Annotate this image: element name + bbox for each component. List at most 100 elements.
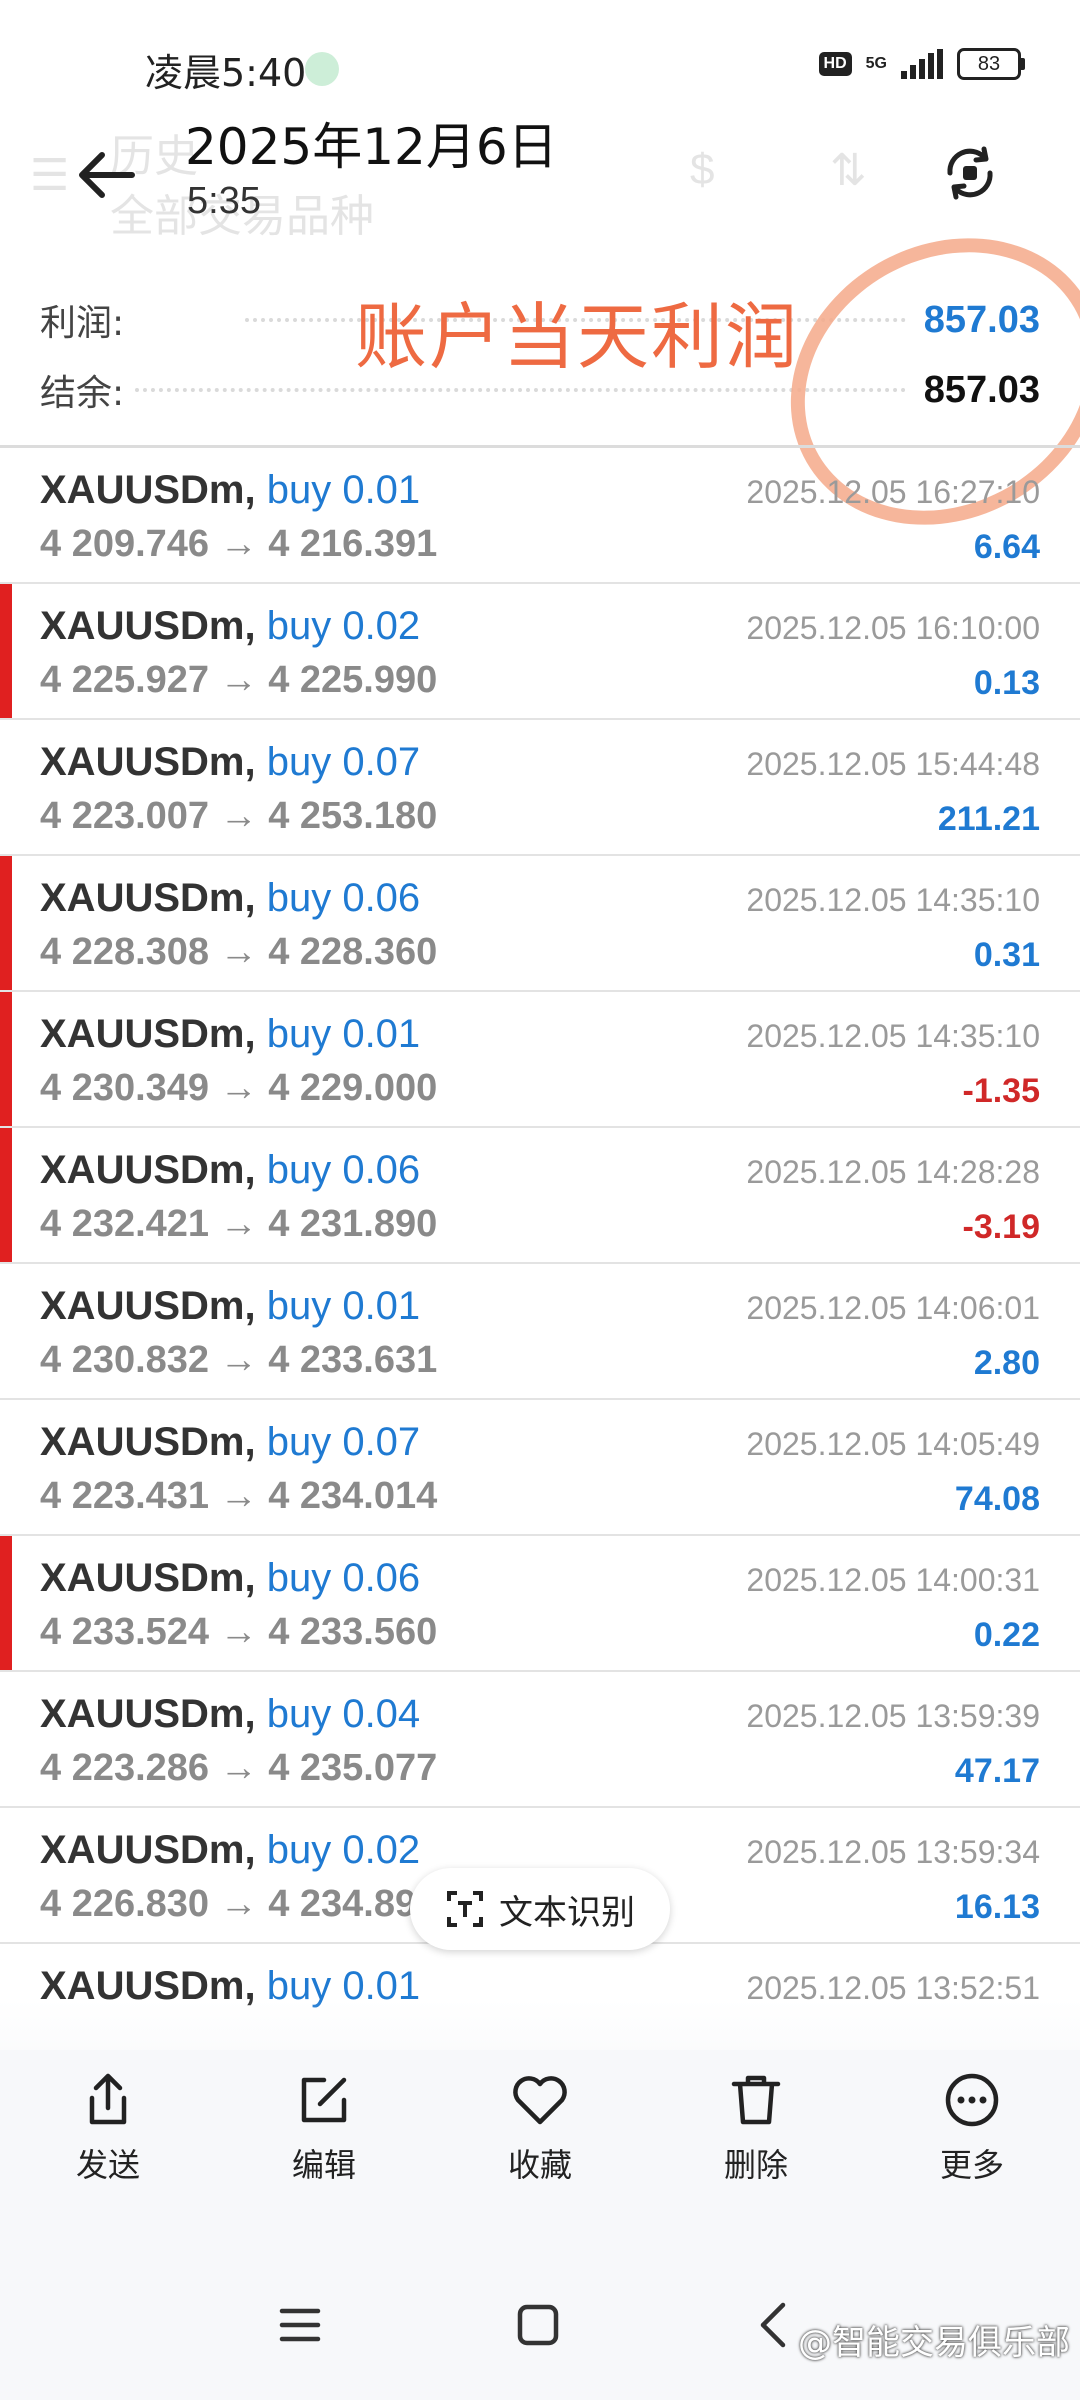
deal-prices: 4 223.431 → 4 234.014 (40, 1475, 437, 1518)
nav-back-button[interactable] (745, 2295, 805, 2355)
deal-symbol: XAUUSDm, buy 0.04 (40, 1692, 421, 1736)
nav-home-button[interactable] (508, 2295, 568, 2355)
deals-list[interactable]: XAUUSDm, buy 0.01 4 209.746 → 4 216.391 20… (0, 448, 1080, 2023)
deal-row[interactable]: XAUUSDm, buy 0.06 4 228.308 → 4 228.360 20… (0, 856, 1080, 992)
nav-menu-button[interactable] (270, 2295, 330, 2355)
deal-row[interactable]: XAUUSDm, buy 0.04 4 223.286 → 4 235.077 20… (0, 1672, 1080, 1808)
deal-symbol: XAUUSDm, buy 0.07 (40, 740, 421, 784)
text-recognition-button[interactable]: 文本识别 (410, 1868, 670, 1950)
deal-prices: 4 223.007 → 4 253.180 (40, 795, 437, 838)
deal-row[interactable]: XAUUSDm, buy 0.01 4 209.746 → 4 216.391 20… (0, 448, 1080, 584)
deal-open-price: 4 226.830 (40, 1883, 210, 1925)
arrow-right-icon: → (219, 1883, 258, 1925)
deal-symbol: XAUUSDm, buy 0.06 (40, 1556, 421, 1600)
ghost-sort-icon: ⇅ (830, 146, 867, 195)
arrow-right-icon: → (219, 1611, 258, 1653)
deal-prices: 4 230.349 → 4 229.000 (40, 1067, 437, 1110)
deal-symbol: XAUUSDm, buy 0.06 (40, 876, 421, 920)
battery-icon: 83 (957, 48, 1025, 80)
deal-type: buy 0.01 (266, 1012, 421, 1056)
deal-row[interactable]: XAUUSDm, buy 0.06 4 232.421 → 4 231.890 20… (0, 1128, 1080, 1264)
rotate-screen-icon (947, 146, 993, 200)
deal-profit: 74.08 (954, 1480, 1040, 1518)
deal-time: 2025.12.05 15:44:48 (746, 746, 1040, 782)
deal-open-price: 4 223.286 (40, 1747, 210, 1789)
arrow-right-icon: → (219, 1203, 258, 1245)
deal-symbol: XAUUSDm, buy 0.02 (40, 604, 421, 648)
status-icons: HD 5G 83 (818, 48, 1025, 80)
deal-row[interactable]: XAUUSDm, buy 0.01 4 230.832 → 4 233.631 20… (0, 1264, 1080, 1400)
page-title: 2025年12月6日 (185, 118, 558, 176)
deal-type: buy 0.06 (266, 1556, 421, 1600)
arrow-right-icon: → (219, 1747, 258, 1789)
page-subtitle: 5:35 (187, 180, 261, 222)
more-icon (945, 2073, 999, 2127)
deal-type: buy 0.01 (266, 1284, 421, 1328)
action-more-button[interactable]: 更多 (864, 2070, 1080, 2186)
action-favorite-label: 收藏 (507, 2146, 572, 2184)
deal-time: 2025.12.05 13:59:39 (746, 1698, 1040, 1734)
deal-profit: 16.13 (954, 1888, 1040, 1926)
arrow-right-icon: → (219, 795, 258, 837)
deal-profit: 0.22 (973, 1616, 1040, 1654)
deal-type: buy 0.07 (266, 1420, 421, 1464)
action-delete-button[interactable]: 删除 (648, 2070, 864, 2186)
deal-row[interactable]: XAUUSDm, buy 0.06 4 233.524 → 4 233.560 20… (0, 1536, 1080, 1672)
share-icon (89, 2073, 127, 2125)
deal-profit: 47.17 (954, 1752, 1040, 1790)
deal-symbol: XAUUSDm, buy 0.02 (40, 1828, 421, 1872)
arrow-right-icon: → (219, 523, 258, 565)
action-delete-label: 删除 (723, 2146, 788, 2184)
deal-open-price: 4 225.927 (40, 659, 210, 701)
chevron-left-icon (760, 2302, 786, 2348)
deal-close-price: 4 234.014 (268, 1475, 438, 1517)
text-recognition-label: 文本识别 (499, 1893, 635, 1932)
profit-label: 利润: (40, 303, 125, 344)
deal-type: buy 0.02 (266, 604, 421, 648)
deal-row[interactable]: XAUUSDm, buy 0.07 4 223.431 → 4 234.014 20… (0, 1400, 1080, 1536)
scan-text-icon (447, 1891, 483, 1927)
back-button[interactable] (70, 135, 150, 215)
balance-label: 结余: (40, 373, 125, 414)
action-favorite-button[interactable]: 收藏 (432, 2070, 648, 2186)
square-icon (517, 2304, 559, 2346)
ghost-menu-icon: ☰ (30, 151, 70, 200)
deal-time: 2025.12.05 16:27:10 (746, 474, 1040, 510)
deal-profit: -3.19 (962, 1208, 1041, 1246)
deal-prices: 4 223.286 → 4 235.077 (40, 1747, 437, 1790)
heart-icon (513, 2076, 567, 2125)
deal-time: 2025.12.05 14:00:31 (746, 1562, 1040, 1598)
deal-time: 2025.12.05 13:59:34 (746, 1834, 1040, 1870)
deal-symbol: XAUUSDm, buy 0.01 (40, 1284, 421, 1328)
deal-symbol: XAUUSDm, buy 0.01 (40, 468, 421, 512)
deal-close-price: 4 233.560 (268, 1611, 438, 1653)
deal-close-price: 4 231.890 (268, 1203, 438, 1245)
menu-icon (279, 2308, 321, 2342)
deal-symbol: XAUUSDm, buy 0.07 (40, 1420, 421, 1464)
deal-symbol: XAUUSDm, buy 0.06 (40, 1148, 421, 1192)
action-more-label: 更多 (939, 2146, 1004, 2184)
deal-close-price: 4 235.077 (268, 1747, 438, 1789)
deal-time: 2025.12.05 14:06:01 (746, 1290, 1040, 1326)
status-time: 凌晨5:40 (145, 51, 307, 95)
deal-profit: 2.80 (973, 1344, 1040, 1382)
deal-prices: 4 232.421 → 4 231.890 (40, 1203, 437, 1246)
deal-type: buy 0.04 (266, 1692, 421, 1736)
action-edit-button[interactable]: 编辑 (216, 2070, 432, 2186)
deal-profit: 0.13 (973, 664, 1040, 702)
action-send-button[interactable]: 发送 (0, 2070, 216, 2186)
deal-row[interactable]: XAUUSDm, buy 0.02 4 225.927 → 4 225.990 20… (0, 584, 1080, 720)
deal-row[interactable]: XAUUSDm, buy 0.01 4 230.349 → 4 229.000 20… (0, 992, 1080, 1128)
trash-icon (731, 2075, 781, 2125)
action-send-label: 发送 (75, 2146, 140, 2184)
deal-prices: 4 230.832 → 4 233.631 (40, 1339, 437, 1382)
arrow-right-icon: → (219, 1067, 258, 1109)
rotate-button[interactable] (940, 143, 1000, 203)
deal-time: 2025.12.05 14:05:49 (746, 1426, 1040, 1462)
deal-time: 2025.12.05 16:10:00 (746, 610, 1040, 646)
deal-row[interactable]: XAUUSDm, buy 0.07 4 223.007 → 4 253.180 20… (0, 720, 1080, 856)
deal-open-price: 4 233.524 (40, 1611, 210, 1653)
deal-prices: 4 225.927 → 4 225.990 (40, 659, 437, 702)
app-notification-icon (305, 52, 339, 86)
signal-icon (901, 49, 943, 79)
